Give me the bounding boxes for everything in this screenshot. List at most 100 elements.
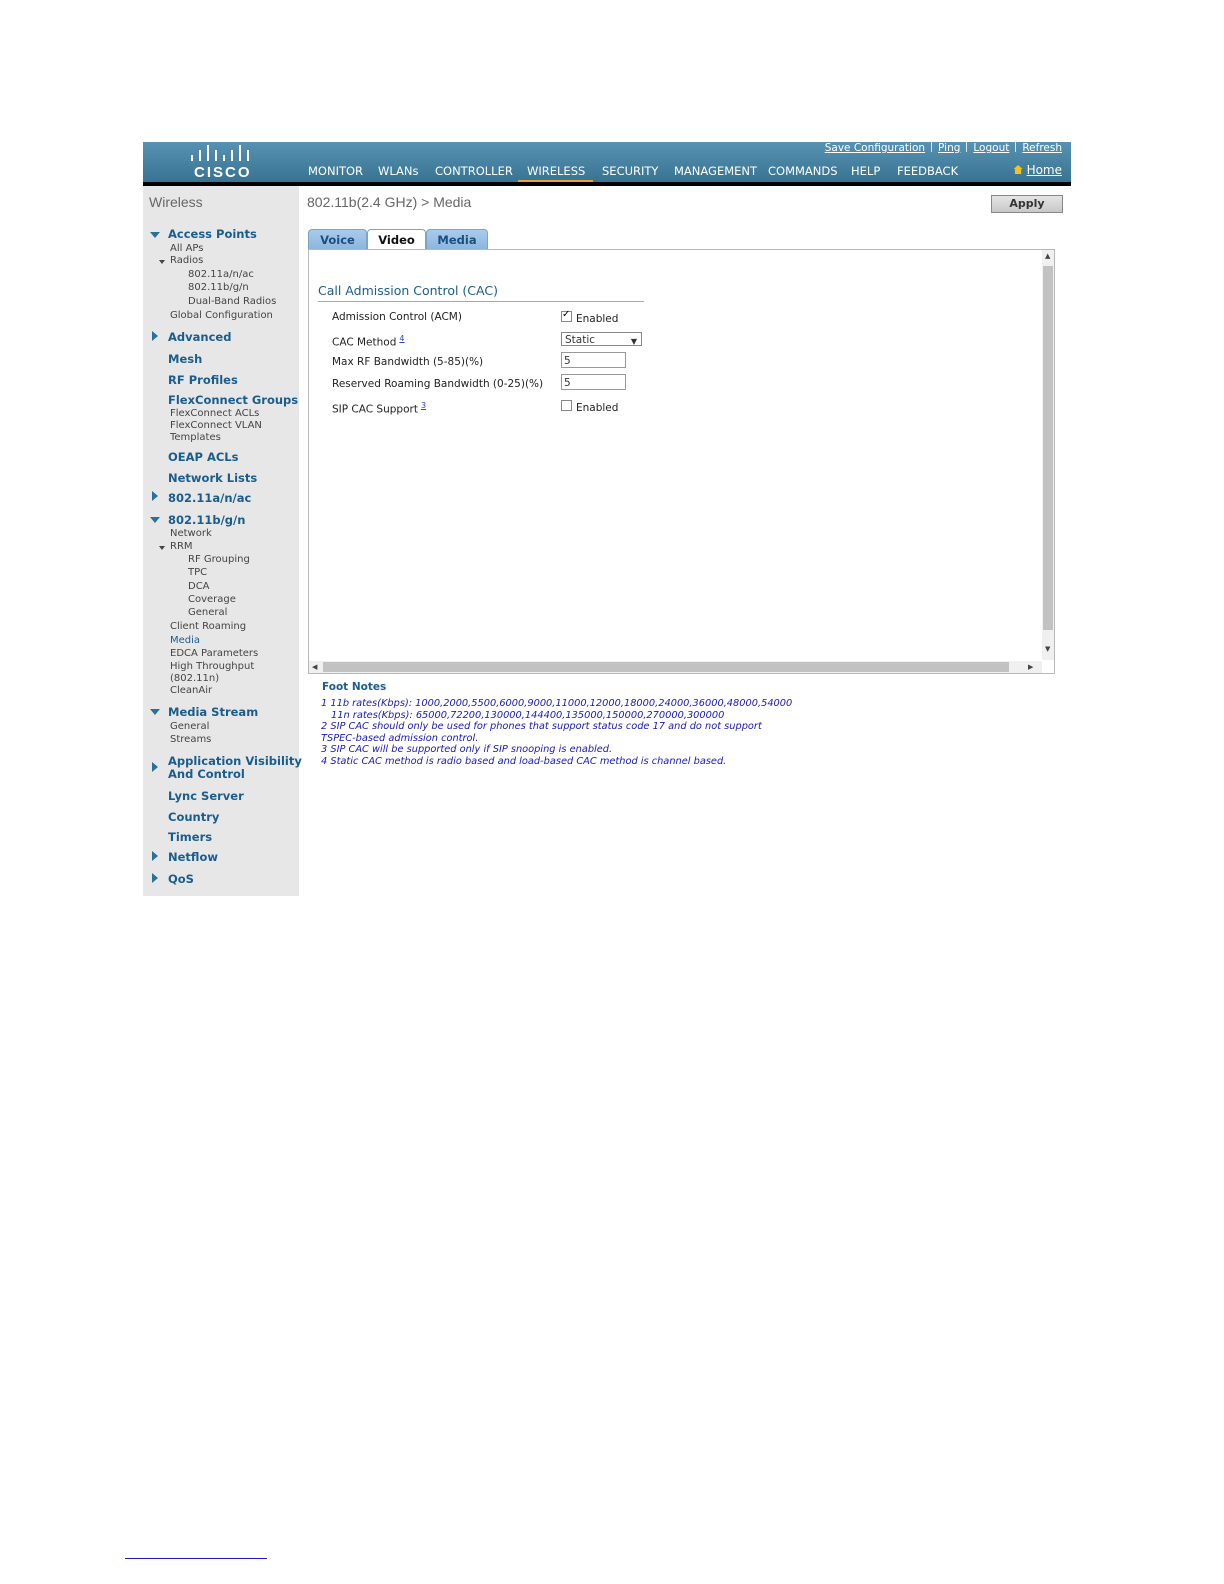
sidebar-item-flexconnect-groups[interactable]: FlexConnect Groups bbox=[168, 393, 298, 407]
cac-method-label: CAC Method bbox=[332, 336, 397, 349]
sidebar-item-media-stream[interactable]: Media Stream bbox=[168, 705, 258, 719]
sidebar-item-802-11b[interactable]: 802.11b/g/n bbox=[168, 513, 245, 527]
expand-down-icon[interactable] bbox=[150, 709, 160, 715]
sidebar-item-radio-b[interactable]: 802.11b/g/n bbox=[188, 282, 249, 293]
nav-help[interactable]: HELP bbox=[851, 163, 880, 183]
expand-down-icon[interactable] bbox=[159, 546, 165, 550]
sidebar-item-rf-profiles[interactable]: RF Profiles bbox=[168, 373, 238, 387]
ping-link[interactable]: Ping bbox=[938, 142, 960, 154]
expand-down-icon[interactable] bbox=[150, 232, 160, 238]
sidebar-item-flexconnect-vlan-templates[interactable]: Templates bbox=[170, 432, 221, 443]
sidebar-item-client-roaming[interactable]: Client Roaming bbox=[170, 621, 246, 632]
sidebar-item-lync-server[interactable]: Lync Server bbox=[168, 789, 244, 803]
section-divider bbox=[318, 301, 644, 302]
roaming-input[interactable]: 5 bbox=[561, 374, 626, 390]
sidebar-item-radio-a[interactable]: 802.11a/n/ac bbox=[188, 269, 254, 280]
apply-button[interactable]: Apply bbox=[991, 195, 1063, 213]
expand-down-icon[interactable] bbox=[159, 260, 165, 264]
sidebar-item-coverage[interactable]: Coverage bbox=[188, 594, 236, 605]
cac-method-footnote-link[interactable]: 4 bbox=[399, 334, 404, 343]
expand-down-icon[interactable] bbox=[150, 517, 160, 523]
scroll-right-icon[interactable]: ▶ bbox=[1028, 663, 1033, 671]
horizontal-scrollbar[interactable]: ◀ ▶ bbox=[309, 661, 1042, 673]
sidebar-item-network-lists[interactable]: Network Lists bbox=[168, 471, 257, 485]
sidebar-item-timers[interactable]: Timers bbox=[168, 830, 212, 844]
dropdown-arrow-icon: ▼ bbox=[630, 337, 637, 346]
tab-media[interactable]: Media bbox=[426, 229, 488, 250]
sidebar-item-dual-band[interactable]: Dual-Band Radios bbox=[188, 296, 276, 307]
nav-feedback[interactable]: FEEDBACK bbox=[897, 163, 958, 183]
sidebar-item-media-stream-streams[interactable]: Streams bbox=[170, 734, 211, 745]
vertical-scrollbar[interactable]: ▲ ▼ bbox=[1042, 250, 1054, 660]
home-link[interactable]: Home bbox=[1013, 163, 1062, 177]
sidebar-item-netflow[interactable]: Netflow bbox=[168, 850, 218, 864]
sidebar-item-qos[interactable]: QoS bbox=[168, 872, 194, 886]
sidebar-item-rf-grouping[interactable]: RF Grouping bbox=[188, 554, 250, 565]
sidebar-item-avc[interactable]: Application Visibility bbox=[168, 754, 302, 768]
tab-voice[interactable]: Voice bbox=[308, 229, 367, 250]
cac-method-select[interactable]: Static ▼ bbox=[561, 332, 642, 346]
sidebar-item-802-11a[interactable]: 802.11a/n/ac bbox=[168, 491, 251, 505]
sidebar-item-oeap-acls[interactable]: OEAP ACLs bbox=[168, 450, 238, 464]
cisco-logo-text: CISCO bbox=[194, 164, 252, 181]
tab-video[interactable]: Video bbox=[367, 229, 426, 251]
scroll-down-icon[interactable]: ▼ bbox=[1045, 645, 1050, 653]
sidebar-item-all-aps[interactable]: All APs bbox=[170, 243, 203, 254]
sidebar-item-flexconnect-acls[interactable]: FlexConnect ACLs bbox=[170, 408, 259, 419]
nav-monitor[interactable]: MONITOR bbox=[308, 163, 363, 183]
nav-wlans[interactable]: WLANs bbox=[378, 163, 419, 183]
sidebar-item-cleanair[interactable]: CleanAir bbox=[170, 685, 212, 696]
sip-cac-checkbox[interactable] bbox=[561, 400, 572, 411]
refresh-link[interactable]: Refresh bbox=[1022, 142, 1062, 154]
sip-cac-footnote-link[interactable]: 3 bbox=[421, 401, 426, 410]
sidebar-item-mesh[interactable]: Mesh bbox=[168, 352, 202, 366]
nav-controller[interactable]: CONTROLLER bbox=[435, 163, 513, 183]
save-configuration-link[interactable]: Save Configuration bbox=[825, 142, 925, 154]
sidebar-item-radios[interactable]: Radios bbox=[170, 255, 203, 266]
footnote-line: 1 11b rates(Kbps): 1000,2000,5500,6000,9… bbox=[321, 698, 793, 709]
vertical-scroll-thumb[interactable] bbox=[1043, 266, 1053, 630]
controller-window: CISCO Save Configuration Ping Logout Refres… bbox=[143, 142, 1071, 896]
expand-right-icon[interactable] bbox=[152, 331, 158, 341]
nav-management[interactable]: MANAGEMENT bbox=[674, 163, 757, 183]
cisco-logo-bars-icon bbox=[189, 145, 253, 161]
footnote-separator-rule bbox=[125, 1558, 267, 1559]
footnote-line: 4 Static CAC method is radio based and l… bbox=[321, 756, 727, 767]
sidebar-item-global-config[interactable]: Global Configuration bbox=[170, 310, 273, 321]
sidebar: Wireless Access Points All APs Radios 80… bbox=[143, 186, 302, 896]
footnote-line: TSPEC-based admission control. bbox=[321, 733, 479, 744]
expand-right-icon[interactable] bbox=[152, 762, 158, 772]
expand-right-icon[interactable] bbox=[152, 851, 158, 861]
sidebar-item-dca[interactable]: DCA bbox=[188, 581, 210, 592]
sidebar-item-tpc[interactable]: TPC bbox=[188, 567, 207, 578]
acm-checkbox[interactable] bbox=[561, 309, 572, 322]
expand-right-icon[interactable] bbox=[152, 873, 158, 883]
sidebar-item-high-throughput[interactable]: High Throughput bbox=[170, 661, 254, 672]
cisco-logo[interactable]: CISCO bbox=[189, 145, 253, 181]
sidebar-item-avc-control[interactable]: And Control bbox=[168, 767, 245, 781]
nav-security[interactable]: SECURITY bbox=[602, 163, 658, 183]
sidebar-item-rrm[interactable]: RRM bbox=[170, 541, 193, 552]
sidebar-item-access-points[interactable]: Access Points bbox=[168, 227, 257, 241]
nav-commands[interactable]: COMMANDS bbox=[768, 163, 838, 183]
sip-cac-row: SIP CAC Support 3 bbox=[332, 401, 426, 416]
sidebar-item-media[interactable]: Media bbox=[170, 635, 200, 646]
sidebar-item-edca[interactable]: EDCA Parameters bbox=[170, 648, 258, 659]
sidebar-title: Wireless bbox=[149, 194, 203, 210]
horizontal-scroll-thumb[interactable] bbox=[323, 662, 1009, 672]
sidebar-item-general[interactable]: General bbox=[188, 607, 227, 618]
max-rf-input[interactable]: 5 bbox=[561, 352, 626, 368]
scroll-left-icon[interactable]: ◀ bbox=[312, 663, 317, 671]
sidebar-item-high-throughput-sub[interactable]: (802.11n) bbox=[170, 673, 219, 684]
sidebar-item-flexconnect-vlan[interactable]: FlexConnect VLAN bbox=[170, 420, 262, 431]
logout-link[interactable]: Logout bbox=[973, 142, 1009, 154]
sidebar-item-media-stream-general[interactable]: General bbox=[170, 721, 209, 732]
sip-cac-field: Enabled bbox=[561, 400, 618, 414]
expand-right-icon[interactable] bbox=[152, 491, 158, 501]
cac-method-row: CAC Method 4 bbox=[332, 334, 404, 349]
scroll-up-icon[interactable]: ▲ bbox=[1045, 252, 1050, 260]
sidebar-item-advanced[interactable]: Advanced bbox=[168, 330, 231, 344]
footnote-line: 3 SIP CAC will be supported only if SIP … bbox=[321, 744, 613, 755]
sidebar-item-network[interactable]: Network bbox=[170, 528, 212, 539]
sidebar-item-country[interactable]: Country bbox=[168, 810, 219, 824]
